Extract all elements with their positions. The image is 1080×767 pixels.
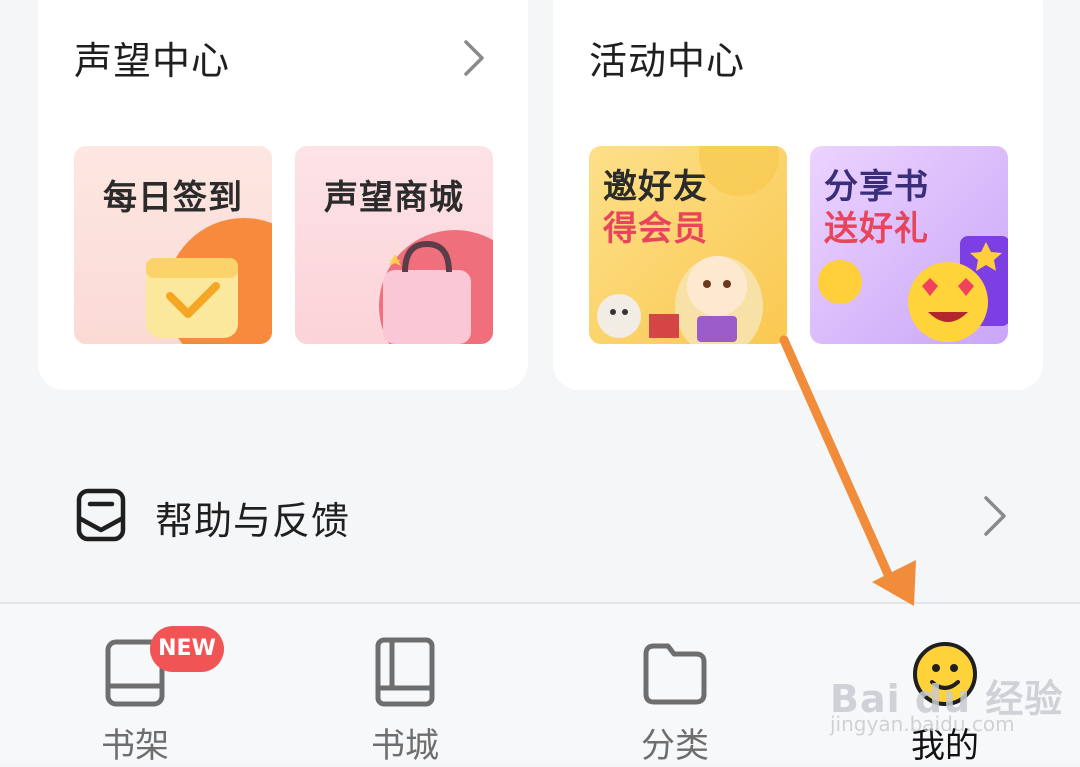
- folder-icon: [643, 643, 707, 705]
- chevron-right-icon[interactable]: [454, 38, 494, 78]
- chevron-right-icon: [984, 496, 1006, 536]
- reputation-store-tile[interactable]: 声望商城: [295, 146, 493, 344]
- shopping-bag-icon: [379, 230, 493, 344]
- daily-checkin-tile[interactable]: 每日签到: [74, 146, 272, 344]
- anime-character-illustration: [597, 146, 779, 344]
- calendar-check-icon: [146, 218, 272, 344]
- reputation-center-title: 声望中心: [74, 39, 231, 83]
- book-icon: [375, 637, 435, 707]
- heart-eyes-emoji-icon: [818, 236, 1008, 342]
- reputation-center-card: 声望中心 每日签到 声望商城: [38, 0, 528, 390]
- activity-center-title: 活动中心: [589, 39, 746, 83]
- bottom-tab-bar: NEW 书架 书城 分类 我的: [0, 602, 1080, 766]
- tab-category[interactable]: 分类: [540, 604, 810, 766]
- help-feedback-label: 帮助与反馈: [155, 499, 351, 543]
- tab-bookshelf[interactable]: NEW 书架: [0, 604, 270, 766]
- share-book-tile[interactable]: 分享书 送好礼: [810, 146, 1008, 344]
- feedback-mail-icon: [76, 488, 126, 542]
- help-feedback-row[interactable]: 帮助与反馈: [0, 470, 1080, 560]
- smiley-face-icon: [913, 642, 977, 706]
- tab-mine[interactable]: 我的: [810, 604, 1080, 766]
- invite-friends-tile[interactable]: 邀好友 得会员: [589, 146, 787, 344]
- new-badge: NEW: [150, 626, 224, 672]
- activity-center-card: 活动中心 邀好友 得会员 分享书 送好礼: [553, 0, 1043, 390]
- tab-bookstore[interactable]: 书城: [270, 604, 540, 766]
